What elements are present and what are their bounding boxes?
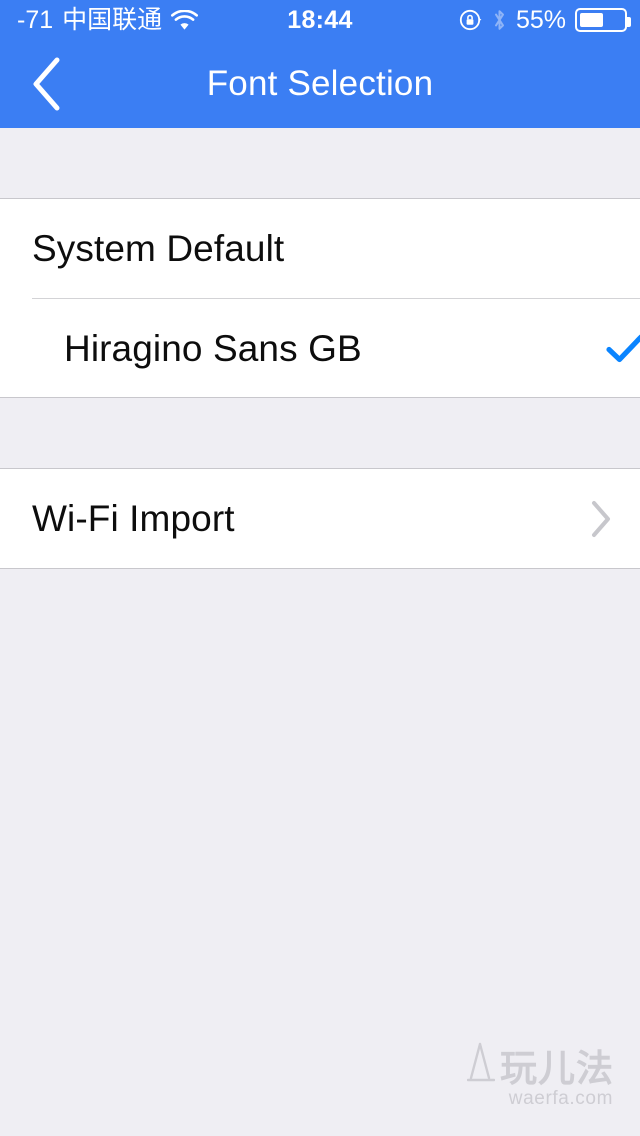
easel-icon: [466, 1042, 496, 1086]
site-watermark: 玩儿法 waerfa.com: [466, 1042, 614, 1110]
chevron-left-icon: [29, 56, 63, 112]
table-header-gap: [0, 128, 640, 198]
back-button[interactable]: [0, 40, 92, 128]
watermark-logo-row: 玩儿法: [466, 1042, 614, 1090]
page-title: Font Selection: [206, 64, 434, 103]
rotation-lock-icon: [459, 8, 483, 32]
battery-icon: [575, 8, 631, 32]
navigation-bar: Font Selection: [0, 40, 640, 128]
status-bar: -71 中国联通 18:44 55%: [0, 0, 640, 40]
battery-percent-label: 55%: [515, 5, 566, 34]
phone-screen: -71 中国联通 18:44 55% Font Selection System…: [0, 0, 640, 1136]
watermark-brand: 玩儿法: [500, 1046, 614, 1090]
section-import: Wi-Fi Import: [0, 468, 640, 569]
row-accessory: [590, 500, 612, 538]
section-gap: [0, 398, 640, 468]
chevron-right-icon: [590, 500, 612, 538]
section-font-list: System Default Hiragino Sans GB: [0, 198, 640, 398]
checkmark-icon: [606, 333, 640, 363]
row-system-default[interactable]: System Default: [0, 199, 640, 298]
row-label: Wi-Fi Import: [32, 498, 235, 539]
row-wifi-import[interactable]: Wi-Fi Import: [0, 469, 640, 568]
bluetooth-icon: [492, 8, 507, 32]
settings-table: System Default Hiragino Sans GB Wi-Fi Im…: [0, 128, 640, 1136]
status-bar-right: 55%: [459, 5, 640, 34]
row-accessory: [606, 333, 640, 363]
row-label: System Default: [32, 228, 285, 269]
row-hiragino-sans-gb[interactable]: Hiragino Sans GB: [32, 298, 640, 397]
row-label: Hiragino Sans GB: [64, 327, 362, 369]
watermark-url: waerfa.com: [508, 1088, 613, 1109]
